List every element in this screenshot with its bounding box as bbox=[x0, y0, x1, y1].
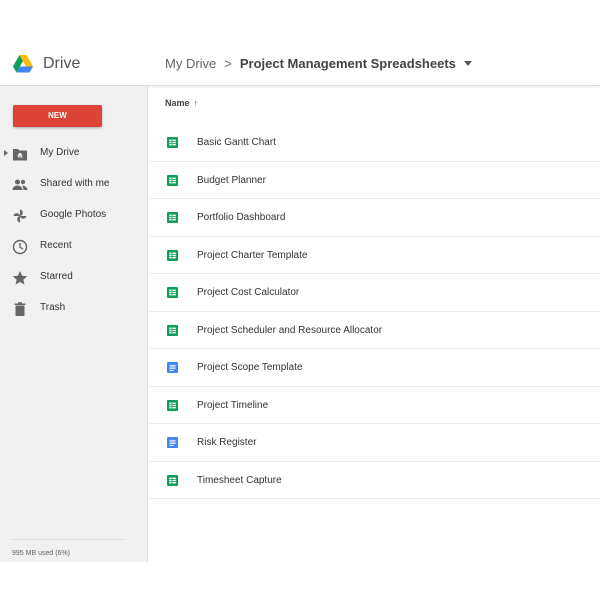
sidebar-item-label: Shared with me bbox=[40, 178, 110, 189]
sidebar-item-label: Trash bbox=[40, 302, 66, 313]
file-name: Project Cost Calculator bbox=[197, 287, 300, 298]
sheets-file-icon bbox=[167, 399, 178, 411]
file-list-pane: Name ↑ Basic Gantt Chart Budget Planner … bbox=[149, 86, 600, 562]
column-header-label: Name bbox=[165, 98, 190, 108]
sidebar-item-starred[interactable]: Starred bbox=[0, 262, 148, 293]
sheets-file-icon bbox=[167, 287, 178, 298]
sidebar-nav: My Drive Shared with me Google Photos Re… bbox=[0, 138, 148, 324]
storage-divider bbox=[12, 539, 124, 540]
breadcrumb-my-drive[interactable]: My Drive bbox=[165, 56, 216, 71]
file-name: Timesheet Capture bbox=[197, 474, 282, 486]
file-name: Budget Planner bbox=[197, 174, 266, 186]
storage-usage[interactable]: 995 MB used (6%) bbox=[12, 550, 70, 557]
sidebar: NEW My Drive Shared with me Google Photo… bbox=[0, 86, 148, 562]
expand-arrow-icon[interactable] bbox=[4, 150, 8, 156]
file-row[interactable]: Project Cost Calculator bbox=[149, 274, 600, 312]
file-row[interactable]: Project Scheduler and Resource Allocator bbox=[149, 312, 600, 349]
clock-icon bbox=[12, 239, 28, 255]
sidebar-item-label: My Drive bbox=[40, 147, 80, 158]
sheets-file-icon bbox=[167, 137, 178, 148]
new-button[interactable]: NEW bbox=[13, 105, 102, 127]
photos-pinwheel-icon bbox=[13, 209, 27, 223]
file-name: Project Scheduler and Resource Allocator bbox=[197, 324, 383, 336]
file-name: Project Scope Template bbox=[197, 362, 303, 373]
sheets-file-icon bbox=[167, 174, 178, 186]
sheets-file-icon bbox=[167, 249, 178, 261]
drive-logo-icon[interactable] bbox=[13, 55, 33, 73]
sidebar-item-my-drive[interactable]: My Drive bbox=[0, 138, 148, 169]
file-name: Risk Register bbox=[197, 437, 257, 448]
file-row[interactable]: Risk Register bbox=[149, 424, 600, 462]
sidebar-item-trash[interactable]: Trash bbox=[0, 293, 148, 324]
sort-ascending-icon[interactable]: ↑ bbox=[194, 98, 199, 108]
breadcrumb-current-folder[interactable]: Project Management Spreadsheets bbox=[240, 56, 456, 71]
breadcrumb: My Drive > Project Management Spreadshee… bbox=[165, 56, 472, 71]
sheets-file-icon bbox=[167, 474, 178, 486]
column-header-name[interactable]: Name ↑ bbox=[165, 98, 198, 108]
file-row[interactable]: Budget Planner bbox=[149, 162, 600, 199]
drive-app: Drive My Drive > Project Management Spre… bbox=[0, 42, 600, 562]
file-list: Basic Gantt Chart Budget Planner Portfol… bbox=[149, 124, 600, 499]
breadcrumb-separator-icon: > bbox=[224, 56, 232, 71]
app-header: Drive My Drive > Project Management Spre… bbox=[0, 42, 600, 86]
docs-file-icon bbox=[167, 437, 178, 448]
file-name: Project Charter Template bbox=[197, 249, 308, 261]
sheets-file-icon bbox=[167, 212, 178, 223]
brand-title[interactable]: Drive bbox=[43, 55, 80, 73]
folder-menu-caret-icon[interactable] bbox=[463, 61, 472, 66]
people-icon bbox=[12, 179, 28, 190]
file-row[interactable]: Portfolio Dashboard bbox=[149, 199, 600, 237]
drive-folder-icon bbox=[13, 149, 27, 161]
star-icon bbox=[12, 271, 28, 285]
sidebar-item-google-photos[interactable]: Google Photos bbox=[0, 200, 148, 231]
sidebar-item-label: Recent bbox=[40, 240, 72, 251]
sidebar-item-label: Google Photos bbox=[40, 209, 107, 220]
docs-file-icon bbox=[167, 362, 178, 373]
file-row[interactable]: Project Timeline bbox=[149, 387, 600, 424]
trash-icon bbox=[14, 302, 26, 316]
file-name: Portfolio Dashboard bbox=[197, 212, 286, 223]
file-row[interactable]: Project Scope Template bbox=[149, 349, 600, 387]
file-row[interactable]: Project Charter Template bbox=[149, 237, 600, 274]
file-name: Basic Gantt Chart bbox=[197, 137, 276, 148]
file-row[interactable]: Basic Gantt Chart bbox=[149, 124, 600, 162]
sidebar-item-recent[interactable]: Recent bbox=[0, 231, 148, 262]
sidebar-item-label: Starred bbox=[40, 271, 73, 282]
file-name: Project Timeline bbox=[197, 399, 269, 411]
file-row[interactable]: Timesheet Capture bbox=[149, 462, 600, 499]
sheets-file-icon bbox=[167, 324, 178, 336]
sidebar-item-shared-with-me[interactable]: Shared with me bbox=[0, 169, 148, 200]
